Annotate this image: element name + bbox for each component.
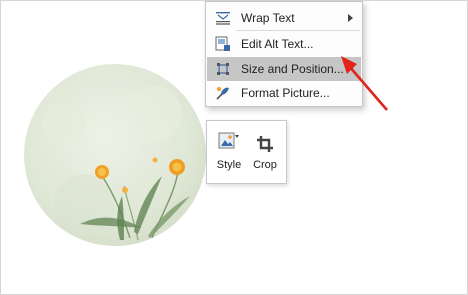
dandelion-picture-graphic xyxy=(24,64,206,246)
crop-icon xyxy=(253,127,277,153)
circular-picture[interactable] xyxy=(24,64,206,246)
style-button[interactable]: Style xyxy=(212,125,246,179)
edit-alt-text-icon xyxy=(211,32,235,56)
menu-item-label: Edit Alt Text... xyxy=(241,37,314,51)
menu-item-wrap-text[interactable]: Wrap Text xyxy=(207,6,361,30)
size-position-icon xyxy=(211,57,235,81)
crop-button[interactable]: Crop xyxy=(249,125,281,179)
wrap-text-icon xyxy=(211,6,235,30)
submenu-arrow-icon xyxy=(348,14,353,22)
annotation-arrow-icon xyxy=(341,56,388,111)
menu-item-label: Size and Position... xyxy=(241,62,344,76)
picture-mini-toolbar: Style Crop xyxy=(206,120,287,184)
menu-item-label: Format Picture... xyxy=(241,86,330,100)
crop-button-label: Crop xyxy=(253,159,277,171)
menu-item-label: Wrap Text xyxy=(241,11,295,25)
picture-style-icon xyxy=(217,127,241,153)
style-button-label: Style xyxy=(216,159,242,171)
format-picture-icon xyxy=(211,81,235,105)
menu-separator xyxy=(236,30,360,31)
